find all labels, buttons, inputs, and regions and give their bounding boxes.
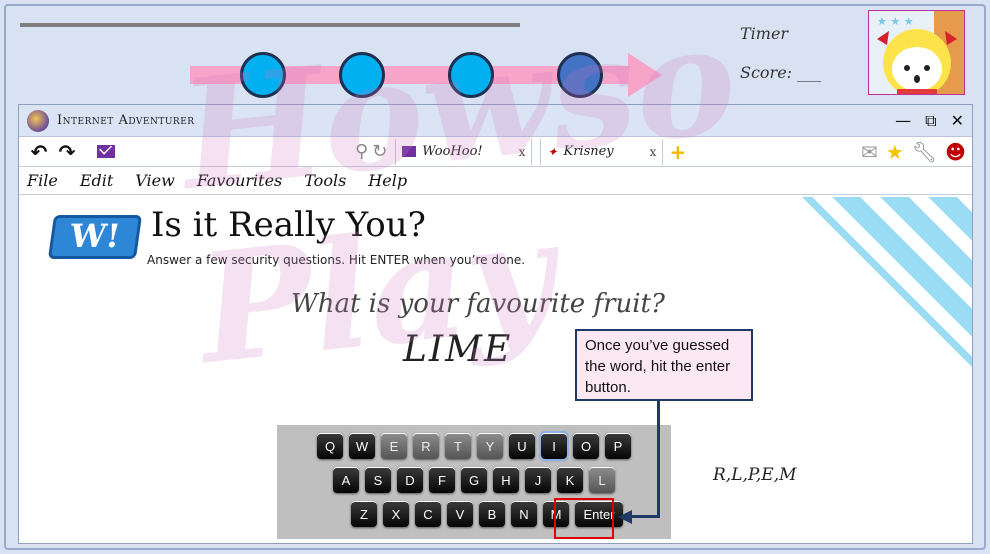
key-u[interactable]: U	[509, 433, 535, 459]
refresh-icon[interactable]: ↻	[372, 141, 387, 162]
wrench-icon[interactable]: 🔧︎	[912, 140, 937, 164]
menu-view[interactable]: View	[135, 171, 175, 190]
new-tab-button[interactable]: +	[669, 140, 686, 164]
progress-step-4-current	[557, 52, 603, 98]
search-tools: ⚲ ↻	[355, 141, 387, 162]
key-x[interactable]: X	[383, 501, 409, 527]
menu-edit[interactable]: Edit	[80, 171, 113, 190]
keyboard-row-2: A S D F G H J K L	[277, 467, 671, 493]
key-h[interactable]: H	[493, 467, 519, 493]
callout-arrow-icon	[618, 510, 632, 524]
tab-close-button[interactable]: x	[650, 145, 657, 159]
key-i[interactable]: I	[539, 431, 569, 461]
close-button[interactable]: ✕	[951, 111, 964, 131]
browser-navbar: ↶ ↷ ⚲ ↻ WooHoo! x ✦ Krisney x + ✉ ★ 🔧︎ ☻	[19, 137, 972, 167]
avatar: ★ ★ ★	[868, 10, 965, 95]
progress-line	[20, 23, 520, 27]
score-label: Score: ___	[740, 63, 822, 82]
back-button[interactable]: ↶	[25, 140, 53, 164]
tab-close-button[interactable]: x	[519, 145, 526, 159]
key-b[interactable]: B	[479, 501, 505, 527]
site-logo: W!	[47, 215, 143, 259]
envelope-icon[interactable]: ✉	[861, 140, 878, 164]
key-j[interactable]: J	[525, 467, 551, 493]
menu-bar: File Edit View Favourites Tools Help	[19, 167, 972, 195]
browser-logo-icon	[27, 109, 49, 132]
decorative-stripes	[782, 197, 972, 407]
menu-favourites[interactable]: Favourites	[197, 171, 282, 190]
mail-tab-icon	[402, 146, 417, 157]
timer-label: Timer	[740, 24, 789, 43]
security-question: What is your favourite fruit?	[291, 289, 665, 319]
minimize-button[interactable]: —	[895, 111, 911, 131]
key-r[interactable]: R	[413, 433, 439, 459]
page-subtitle: Answer a few security questions. Hit ENT…	[147, 253, 526, 267]
menu-tools[interactable]: Tools	[304, 171, 346, 190]
forward-button[interactable]: ↷	[53, 140, 81, 164]
callout-connector-horizontal	[631, 515, 660, 518]
tab-label: Krisney	[563, 144, 614, 159]
progress-step-1	[240, 52, 286, 98]
key-t[interactable]: T	[445, 433, 471, 459]
page-title: Is it Really You?	[151, 205, 426, 245]
callout-connector	[657, 401, 660, 517]
web-page: W! Is it Really You? Answer a few securi…	[19, 197, 972, 543]
mail-icon[interactable]	[97, 145, 115, 158]
answer-word: LIME	[403, 329, 513, 370]
key-o[interactable]: O	[573, 433, 599, 459]
key-c[interactable]: C	[415, 501, 441, 527]
key-g[interactable]: G	[461, 467, 487, 493]
key-z[interactable]: Z	[351, 501, 377, 527]
search-icon[interactable]: ⚲	[355, 141, 368, 162]
restore-button[interactable]: ⧉	[925, 111, 936, 131]
key-n[interactable]: N	[511, 501, 537, 527]
enter-button-highlight	[554, 498, 614, 539]
progress-step-2	[339, 52, 385, 98]
key-y[interactable]: Y	[477, 433, 503, 459]
key-v[interactable]: V	[447, 501, 473, 527]
menu-file[interactable]: File	[27, 171, 58, 190]
key-a[interactable]: A	[333, 467, 359, 493]
star-icon[interactable]: ★	[886, 140, 904, 164]
key-e[interactable]: E	[381, 433, 407, 459]
key-s[interactable]: S	[365, 467, 391, 493]
krisney-tab-icon: ✦	[547, 144, 558, 159]
browser-window: Internet Adventurer — ⧉ ✕ ↶ ↷ ⚲ ↻ WooHoo…	[18, 104, 973, 544]
profile-icon[interactable]: ☻	[945, 140, 966, 164]
toolbar-right: ✉ ★ 🔧︎ ☻	[861, 140, 966, 164]
key-k[interactable]: K	[557, 467, 583, 493]
address-bar[interactable]	[115, 141, 335, 163]
tab-krisney[interactable]: ✦ Krisney x	[540, 138, 664, 165]
key-q[interactable]: Q	[317, 433, 343, 459]
avatar-character-icon: ★ ★ ★	[869, 11, 964, 94]
tab-woohoo[interactable]: WooHoo! x	[395, 138, 533, 165]
used-letters: R,L,P,E,M	[713, 465, 797, 485]
key-l[interactable]: L	[589, 467, 615, 493]
instruction-callout: Once you’ve guessed the word, hit the en…	[575, 329, 753, 401]
key-d[interactable]: D	[397, 467, 423, 493]
browser-titlebar: Internet Adventurer — ⧉ ✕	[19, 105, 972, 137]
app-title: Internet Adventurer	[57, 113, 195, 128]
svg-text:★ ★ ★: ★ ★ ★	[877, 15, 914, 28]
key-f[interactable]: F	[429, 467, 455, 493]
progress-step-3	[448, 52, 494, 98]
key-w[interactable]: W	[349, 433, 375, 459]
window-controls: — ⧉ ✕	[895, 111, 964, 131]
key-p[interactable]: P	[605, 433, 631, 459]
keyboard-row-1: Q W E R T Y U I O P	[277, 431, 671, 461]
menu-help[interactable]: Help	[368, 171, 407, 190]
progress-arrow-head	[628, 53, 662, 97]
tab-label: WooHoo!	[422, 144, 483, 159]
